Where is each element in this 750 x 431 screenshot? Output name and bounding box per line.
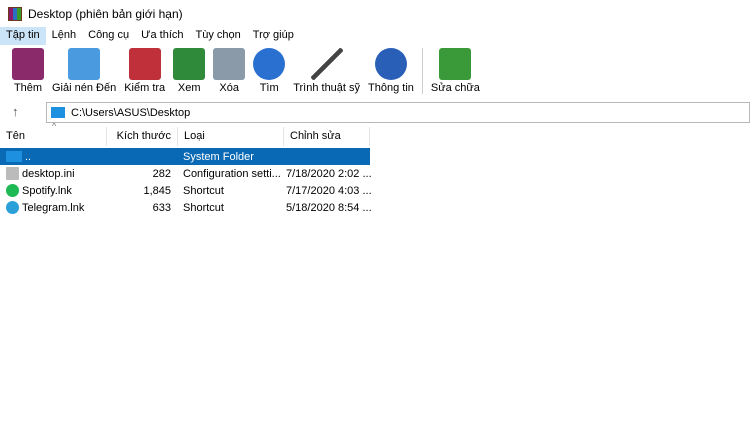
file-row[interactable]: desktop.ini 282 Configuration setti... 7/18… [0, 165, 372, 182]
toolbar-label: Giải nén Đến [52, 82, 117, 94]
file-row[interactable]: .. System Folder [0, 148, 370, 165]
archive-books-icon [12, 48, 44, 80]
window-title: Desktop (phiên bản giới hạn) [28, 6, 183, 21]
toolbar-button-6[interactable]: Trình thuật sỹ [289, 45, 364, 94]
title-bar: Desktop (phiên bản giới hạn) [0, 0, 750, 27]
column-header: Tên Kích thước Loại Chỉnh sửa [0, 127, 370, 146]
toolbar-button-8[interactable]: Sửa chữa [427, 45, 484, 94]
col-type[interactable]: Loại [178, 127, 284, 146]
toolbar-label: Tìm [259, 82, 279, 94]
col-name[interactable]: Tên [0, 127, 107, 146]
menu-file[interactable]: Tập tin [0, 27, 46, 45]
file-name: Spotify.lnk [22, 184, 72, 197]
menu-commands[interactable]: Lệnh [46, 27, 82, 45]
path-field[interactable]: C:\Users\ASUS\Desktop [46, 102, 750, 123]
file-name-cell: Telegram.lnk [0, 201, 107, 214]
toolbar-button-2[interactable]: Kiểm tra [120, 45, 169, 94]
settings-file-icon [6, 167, 19, 180]
file-row[interactable]: Telegram.lnk 633 Shortcut 5/18/2020 8:54 ..… [0, 199, 372, 216]
path-text: C:\Users\ASUS\Desktop [71, 106, 191, 119]
toolbar-separator [421, 48, 423, 94]
file-type: Configuration setti... [183, 167, 281, 180]
toolbar-button-3[interactable]: Xem [169, 45, 209, 94]
trash-icon [213, 48, 246, 80]
file-name: .. [25, 150, 32, 163]
drive-icon [51, 107, 65, 118]
file-name-cell: desktop.ini [0, 167, 107, 180]
col-modified[interactable]: Chỉnh sửa [284, 127, 370, 146]
toolbar-button-7[interactable]: Thông tin [364, 45, 418, 94]
up-arrow-icon[interactable]: ↑ [12, 104, 19, 119]
folder-up-icon [6, 151, 22, 162]
open-book-icon [173, 48, 206, 80]
file-type: System Folder [183, 150, 254, 163]
toolbar-button-5[interactable]: Tìm [249, 45, 289, 94]
menu-help[interactable]: Trợ giúp [247, 27, 300, 45]
repair-book-icon [439, 48, 472, 80]
toolbar-label: Xem [177, 82, 201, 94]
magic-wand-icon [310, 48, 343, 80]
file-size: 633 [152, 201, 171, 214]
toolbar-button-1[interactable]: Giải nén Đến [48, 45, 120, 94]
folder-extract-icon [68, 48, 101, 80]
file-size: 282 [152, 167, 171, 180]
toolbar-label: Xóa [219, 82, 239, 94]
info-icon [374, 48, 407, 80]
file-row[interactable]: Spotify.lnk 1,845 Shortcut 7/17/2020 4:03 .… [0, 182, 372, 199]
toolbar-button-4[interactable]: Xóa [209, 45, 249, 94]
clipboard-check-icon [128, 48, 161, 80]
menu-favorites[interactable]: Ưa thích [135, 27, 189, 45]
magnifier-icon [253, 48, 286, 80]
file-modified: 5/18/2020 8:54 ... [286, 201, 372, 214]
file-type: Shortcut [183, 184, 224, 197]
file-modified: 7/17/2020 4:03 ... [286, 184, 372, 197]
toolbar-label: Trình thuật sỹ [293, 82, 361, 94]
file-name: desktop.ini [22, 167, 75, 180]
menu-bar: Tập tin Lệnh Công cụ Ưa thích Tùy chọn T… [0, 27, 750, 45]
spotify-icon [6, 184, 19, 197]
menu-options[interactable]: Tùy chọn [190, 27, 247, 45]
toolbar-label: Thông tin [368, 82, 414, 94]
file-type: Shortcut [183, 201, 224, 214]
file-name-cell: Spotify.lnk [0, 184, 107, 197]
telegram-icon [6, 201, 19, 214]
file-name: Telegram.lnk [22, 201, 85, 214]
toolbar-label: Sửa chữa [430, 82, 480, 94]
toolbar-label: Kiểm tra [124, 82, 166, 94]
col-size[interactable]: Kích thước [107, 127, 178, 146]
toolbar-label: Thêm [13, 82, 43, 94]
toolbar-button-0[interactable]: Thêm [8, 45, 48, 94]
file-modified: 7/18/2020 2:02 ... [286, 167, 372, 180]
menu-tools[interactable]: Công cụ [82, 27, 135, 45]
file-size: 1,845 [143, 184, 171, 197]
winrar-logo-icon [8, 6, 22, 21]
address-bar: ↑ C:\Users\ASUS\Desktop [0, 100, 750, 125]
toolbar: Thêm Giải nén Đến Kiểm tra Xem Xóa Tìm Trình t… [0, 45, 750, 98]
file-name-cell: .. [0, 151, 107, 163]
